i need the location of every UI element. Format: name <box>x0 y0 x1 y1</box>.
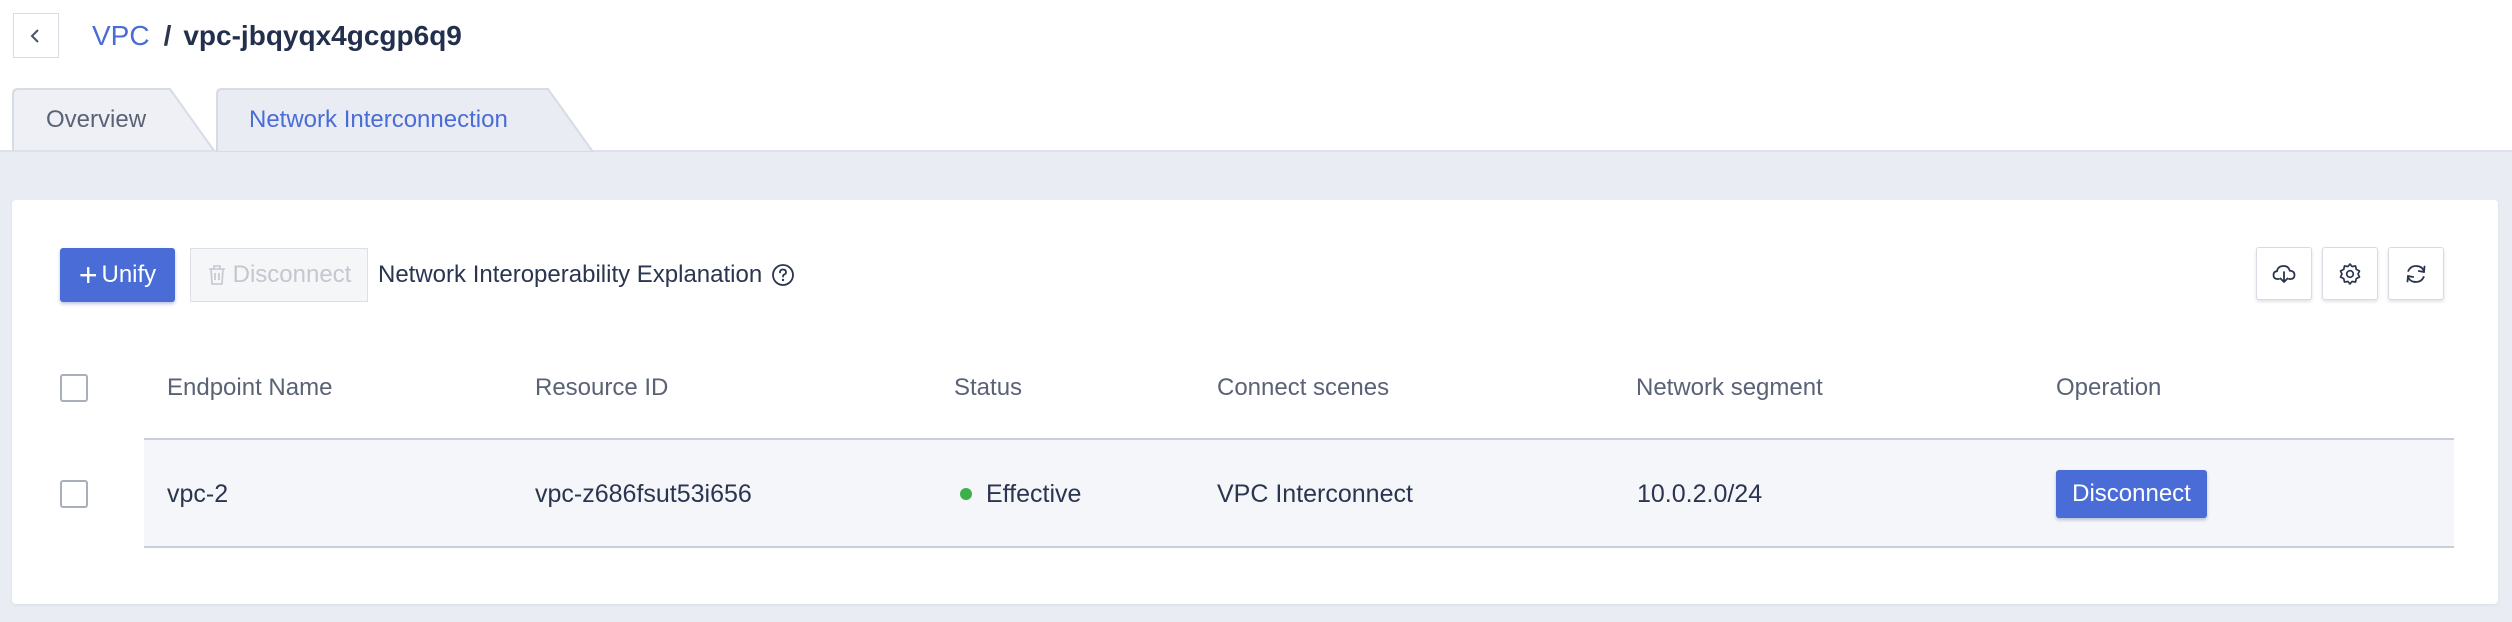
breadcrumb: VPC / vpc-jbqyqx4gcgp6q9 <box>92 18 462 54</box>
network-explanation: Network Interoperability Explanation <box>378 258 795 292</box>
select-all-checkbox[interactable] <box>60 374 88 402</box>
table-row-divider <box>144 546 2454 548</box>
column-header-network-segment: Network segment <box>1636 374 1823 401</box>
disconnect-toolbar-button[interactable]: Disconnect <box>190 248 368 302</box>
cell-connect-scene: VPC Interconnect <box>1217 479 1413 508</box>
column-header-resource-id: Resource ID <box>535 374 669 401</box>
back-button[interactable] <box>13 13 59 58</box>
plus-icon: + <box>78 257 98 293</box>
status-label: Effective <box>986 479 1082 508</box>
disconnect-toolbar-label: Disconnect <box>232 261 352 288</box>
cell-status: Effective <box>960 478 1081 510</box>
column-header-operation: Operation <box>2056 374 2162 401</box>
unify-button-label: Unify <box>101 261 157 288</box>
column-header-endpoint-name: Endpoint Name <box>167 374 333 401</box>
refresh-button[interactable] <box>2388 247 2444 300</box>
help-circle-icon[interactable] <box>771 263 795 287</box>
unify-button[interactable]: + Unify <box>60 248 175 302</box>
download-button[interactable] <box>2256 247 2312 300</box>
cell-network-segment: 10.0.2.0/24 <box>1637 479 1763 508</box>
row-checkbox[interactable] <box>60 480 88 508</box>
row-disconnect-label: Disconnect <box>2072 480 2191 507</box>
chevron-left-icon <box>30 28 39 43</box>
breadcrumb-vpc-link[interactable]: VPC <box>92 20 150 52</box>
row-disconnect-button[interactable]: Disconnect <box>2056 470 2207 518</box>
settings-icon <box>2339 262 2361 285</box>
column-header-connect-scenes: Connect scenes <box>1217 374 1390 401</box>
cell-endpoint-name: vpc-2 <box>167 479 229 508</box>
cloud-download-icon <box>2272 264 2296 283</box>
breadcrumb-separator: / <box>163 20 172 51</box>
tab-network-interconnection[interactable]: Network Interconnection <box>216 88 594 152</box>
tab-network-interconnection-label: Network Interconnection <box>249 106 508 133</box>
tab-overview[interactable]: Overview <box>12 88 216 152</box>
breadcrumb-current: vpc-jbqyqx4gcgp6q9 <box>183 20 462 51</box>
network-explanation-label: Network Interoperability Explanation <box>378 261 763 288</box>
settings-button[interactable] <box>2322 247 2378 300</box>
cell-resource-id: vpc-z686fsut53i656 <box>535 479 752 508</box>
refresh-icon <box>2406 264 2426 283</box>
trash-icon <box>208 265 225 285</box>
status-dot-icon <box>960 488 972 500</box>
tab-overview-label: Overview <box>46 106 147 133</box>
column-header-status: Status <box>954 374 1023 401</box>
